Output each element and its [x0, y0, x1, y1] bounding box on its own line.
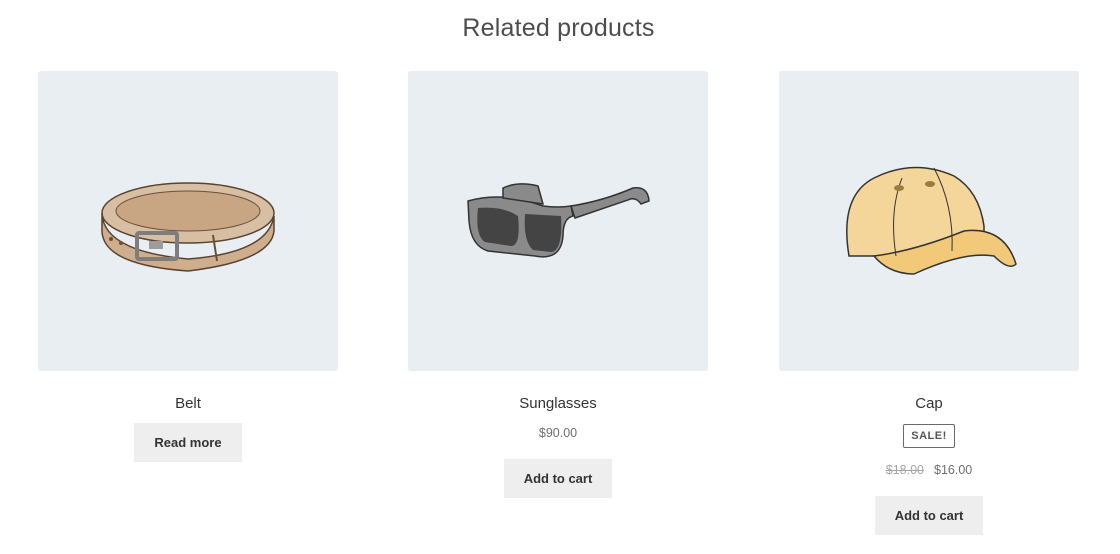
product-image-belt[interactable] — [38, 71, 338, 371]
product-price: $18.00 $16.00 — [886, 462, 972, 478]
sale-price: $16.00 — [934, 463, 973, 477]
add-to-cart-button[interactable]: Add to cart — [503, 459, 613, 498]
read-more-button[interactable]: Read more — [134, 423, 242, 462]
product-price: $90.00 — [538, 426, 578, 440]
product-card-sunglasses: Sunglasses $90.00 Add to cart — [408, 71, 708, 498]
product-image-sunglasses[interactable] — [408, 71, 708, 371]
cap-image — [846, 166, 1017, 275]
belt-image — [101, 182, 275, 272]
sale-badge: SALE! — [903, 424, 955, 448]
add-to-cart-button[interactable]: Add to cart — [874, 496, 984, 535]
product-name[interactable]: Sunglasses — [519, 395, 597, 413]
product-name[interactable]: Cap — [915, 395, 943, 413]
product-card-belt: Belt Read more — [38, 71, 338, 462]
sunglasses-image — [467, 183, 650, 258]
product-image-cap[interactable] — [779, 71, 1079, 371]
regular-price: $18.00 — [885, 463, 924, 477]
section-title: Related products — [462, 14, 655, 42]
product-card-cap: Cap SALE! $18.00 $16.00 Add to cart — [779, 71, 1079, 535]
product-name[interactable]: Belt — [175, 395, 201, 413]
